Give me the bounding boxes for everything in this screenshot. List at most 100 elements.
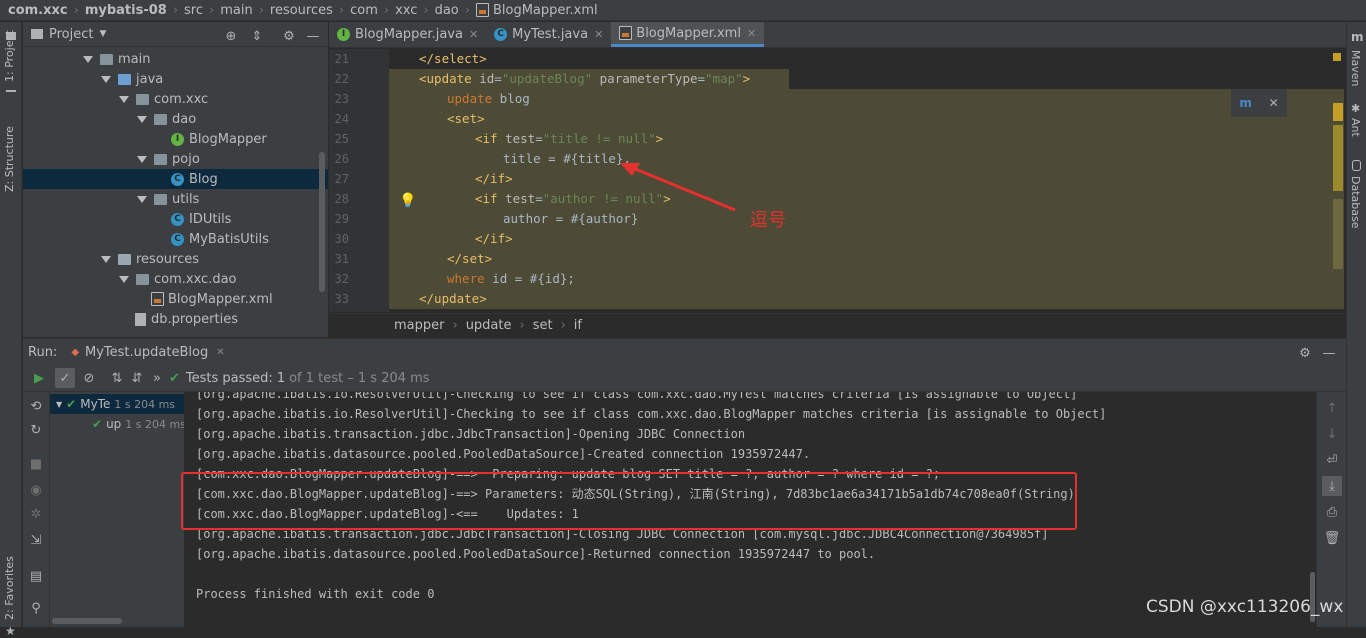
code-line[interactable]: <if test="title != null"> xyxy=(389,129,663,149)
code-line[interactable]: update blog xyxy=(389,89,530,109)
database-tool-tab[interactable]: Database xyxy=(1349,176,1362,229)
scroll-marker[interactable] xyxy=(1333,199,1343,269)
chevron-down-icon[interactable] xyxy=(83,55,93,63)
minimize-icon[interactable]: — xyxy=(1319,343,1339,363)
arrow-down-icon[interactable]: ↓ xyxy=(1322,424,1342,444)
soft-wrap-icon[interactable]: ⏎ xyxy=(1322,450,1342,470)
favorites-tool-tab[interactable]: 2: Favorites xyxy=(3,556,16,620)
tree-item[interactable]: db.properties xyxy=(23,309,238,329)
code-line[interactable]: <set> xyxy=(389,109,485,129)
code-line[interactable]: title = #{title}, xyxy=(389,149,631,169)
show-passed-icon[interactable]: ✓ xyxy=(55,368,75,388)
chevron-down-icon[interactable] xyxy=(119,95,129,103)
code-editor[interactable]: 21 22 23 24 25 26 27 28 29 30 31 32 33 </select> <upd… xyxy=(329,49,1346,312)
code-line[interactable]: </set> xyxy=(389,249,492,269)
code-line[interactable]: author = #{author} xyxy=(389,209,638,229)
tree-item[interactable]: com.xxc xyxy=(23,89,208,109)
crumb-set[interactable]: set xyxy=(533,318,553,333)
breadcrumb-xxc[interactable]: xxc xyxy=(395,3,417,18)
tree-item[interactable]: resources xyxy=(23,249,199,269)
pin-icon[interactable]: ⚲ xyxy=(26,598,46,618)
crumb-update[interactable]: update xyxy=(466,318,512,333)
camera-icon[interactable]: ◉ xyxy=(26,480,46,500)
tree-scrollbar[interactable] xyxy=(319,152,325,292)
warning-marker[interactable] xyxy=(1333,53,1341,61)
chevron-down-icon[interactable]: ▼ xyxy=(99,29,106,39)
breadcrumb-dao[interactable]: dao xyxy=(435,3,459,18)
tree-item[interactable]: pojo xyxy=(23,149,200,169)
stop-icon[interactable]: ■ xyxy=(26,454,46,474)
code-line[interactable]: </update> xyxy=(389,289,487,309)
collapse-all-icon[interactable]: ⇕ xyxy=(247,26,267,46)
tree-item[interactable]: I BlogMapper xyxy=(23,129,267,149)
arrow-up-icon[interactable]: ↑ xyxy=(1322,398,1342,418)
show-ignored-icon[interactable]: ⊘ xyxy=(79,368,99,388)
code-line[interactable]: </select> xyxy=(389,49,487,69)
tree-item[interactable]: com.xxc.dao xyxy=(23,269,237,289)
gear-icon[interactable]: ⚙ xyxy=(1295,343,1315,363)
hide-icon[interactable]: — xyxy=(303,26,323,46)
trash-icon[interactable]: 🗑 xyxy=(1322,528,1342,548)
tab-mytest-java[interactable]: C MyTest.java ✕ xyxy=(486,22,611,47)
tab-blogmapper-java[interactable]: I BlogMapper.java ✕ xyxy=(329,22,486,47)
chevron-down-icon[interactable] xyxy=(137,195,147,203)
chevron-down-icon[interactable] xyxy=(101,75,111,83)
chevron-down-icon[interactable] xyxy=(137,155,147,163)
code-line[interactable]: <update id="updateBlog" parameterType="m… xyxy=(389,69,750,89)
close-icon[interactable]: ✕ xyxy=(747,27,756,40)
print-icon[interactable]: ⎙ xyxy=(1322,502,1342,522)
code-line[interactable]: </if> xyxy=(389,169,513,189)
code-line[interactable]: where id = #{id}; xyxy=(389,269,575,289)
breadcrumb-module[interactable]: mybatis-08 xyxy=(85,3,167,18)
scroll-to-end-icon[interactable]: ⤓ xyxy=(1322,476,1342,496)
restore-layout-icon[interactable]: ⟲ xyxy=(26,396,46,416)
tree-item[interactable]: C MyBatisUtils xyxy=(23,229,269,249)
breadcrumb-com[interactable]: com xyxy=(350,3,378,18)
tree-item[interactable]: main xyxy=(23,49,150,69)
tree-item[interactable]: java xyxy=(23,69,163,89)
chevron-down-icon[interactable] xyxy=(137,115,147,123)
test-row-child[interactable]: ✔ up 1 s 204 ms xyxy=(50,414,186,434)
tree-item[interactable]: C Blog xyxy=(23,169,328,189)
tree-item[interactable]: BlogMapper.xml xyxy=(23,289,273,309)
chevron-down-icon[interactable] xyxy=(119,275,129,283)
close-icon[interactable]: ✕ xyxy=(216,347,224,358)
maven-reload-icon[interactable]: m xyxy=(1239,96,1252,110)
run-config-tab[interactable]: MyTest.updateBlog xyxy=(85,345,208,360)
chevron-down-icon[interactable] xyxy=(101,255,111,263)
exit-icon[interactable]: ⇲ xyxy=(26,530,46,550)
breadcrumb-file[interactable]: BlogMapper.xml xyxy=(493,3,598,18)
more-icon[interactable]: » xyxy=(147,368,167,388)
sort-alpha-icon[interactable]: ⇅ xyxy=(107,368,127,388)
tree-item[interactable]: dao xyxy=(23,109,196,129)
lightbulb-icon[interactable]: 💡 xyxy=(399,193,416,209)
sort-duration-icon[interactable]: ⇵ xyxy=(127,368,147,388)
close-icon[interactable]: ✕ xyxy=(469,28,478,41)
rerun-icon[interactable]: ▶ xyxy=(29,368,49,388)
test-row-root[interactable]: ▼ ✔ MyTe 1 s 204 ms xyxy=(50,394,184,414)
tree-item[interactable]: utils xyxy=(23,189,199,209)
crumb-mapper[interactable]: mapper xyxy=(394,318,444,333)
gear-icon[interactable]: ⚙ xyxy=(279,26,299,46)
scroll-marker[interactable] xyxy=(1333,125,1343,191)
code-line[interactable]: </if> xyxy=(389,229,513,249)
layout-icon[interactable]: ▤ xyxy=(26,566,46,586)
maven-tool-tab[interactable]: Maven xyxy=(1349,50,1362,86)
tab-blogmapper-xml[interactable]: BlogMapper.xml ✕ xyxy=(611,22,765,47)
breadcrumb-main[interactable]: main xyxy=(220,3,252,18)
structure-tool-tab[interactable]: Z: Structure xyxy=(3,126,16,192)
breadcrumb-project[interactable]: com.xxc xyxy=(8,3,68,18)
settings-icon[interactable]: ✲ xyxy=(26,504,46,524)
locate-icon[interactable]: ⊕ xyxy=(221,26,241,46)
breadcrumb-src[interactable]: src xyxy=(184,3,203,18)
rerun-failed-icon[interactable]: ↻ xyxy=(26,420,46,440)
project-view-selector[interactable]: Project xyxy=(49,27,93,42)
close-icon[interactable]: ✕ xyxy=(1269,96,1279,110)
project-tool-tab[interactable]: 1: Project xyxy=(3,30,16,82)
close-icon[interactable]: ✕ xyxy=(594,28,603,41)
maven-reload-popup[interactable]: m ✕ xyxy=(1231,89,1287,117)
scroll-marker[interactable] xyxy=(1333,103,1343,121)
tree-scrollbar[interactable] xyxy=(52,618,122,624)
tree-item[interactable]: C IDUtils xyxy=(23,209,231,229)
code-line[interactable]: <if test="author != null"> xyxy=(389,189,671,209)
